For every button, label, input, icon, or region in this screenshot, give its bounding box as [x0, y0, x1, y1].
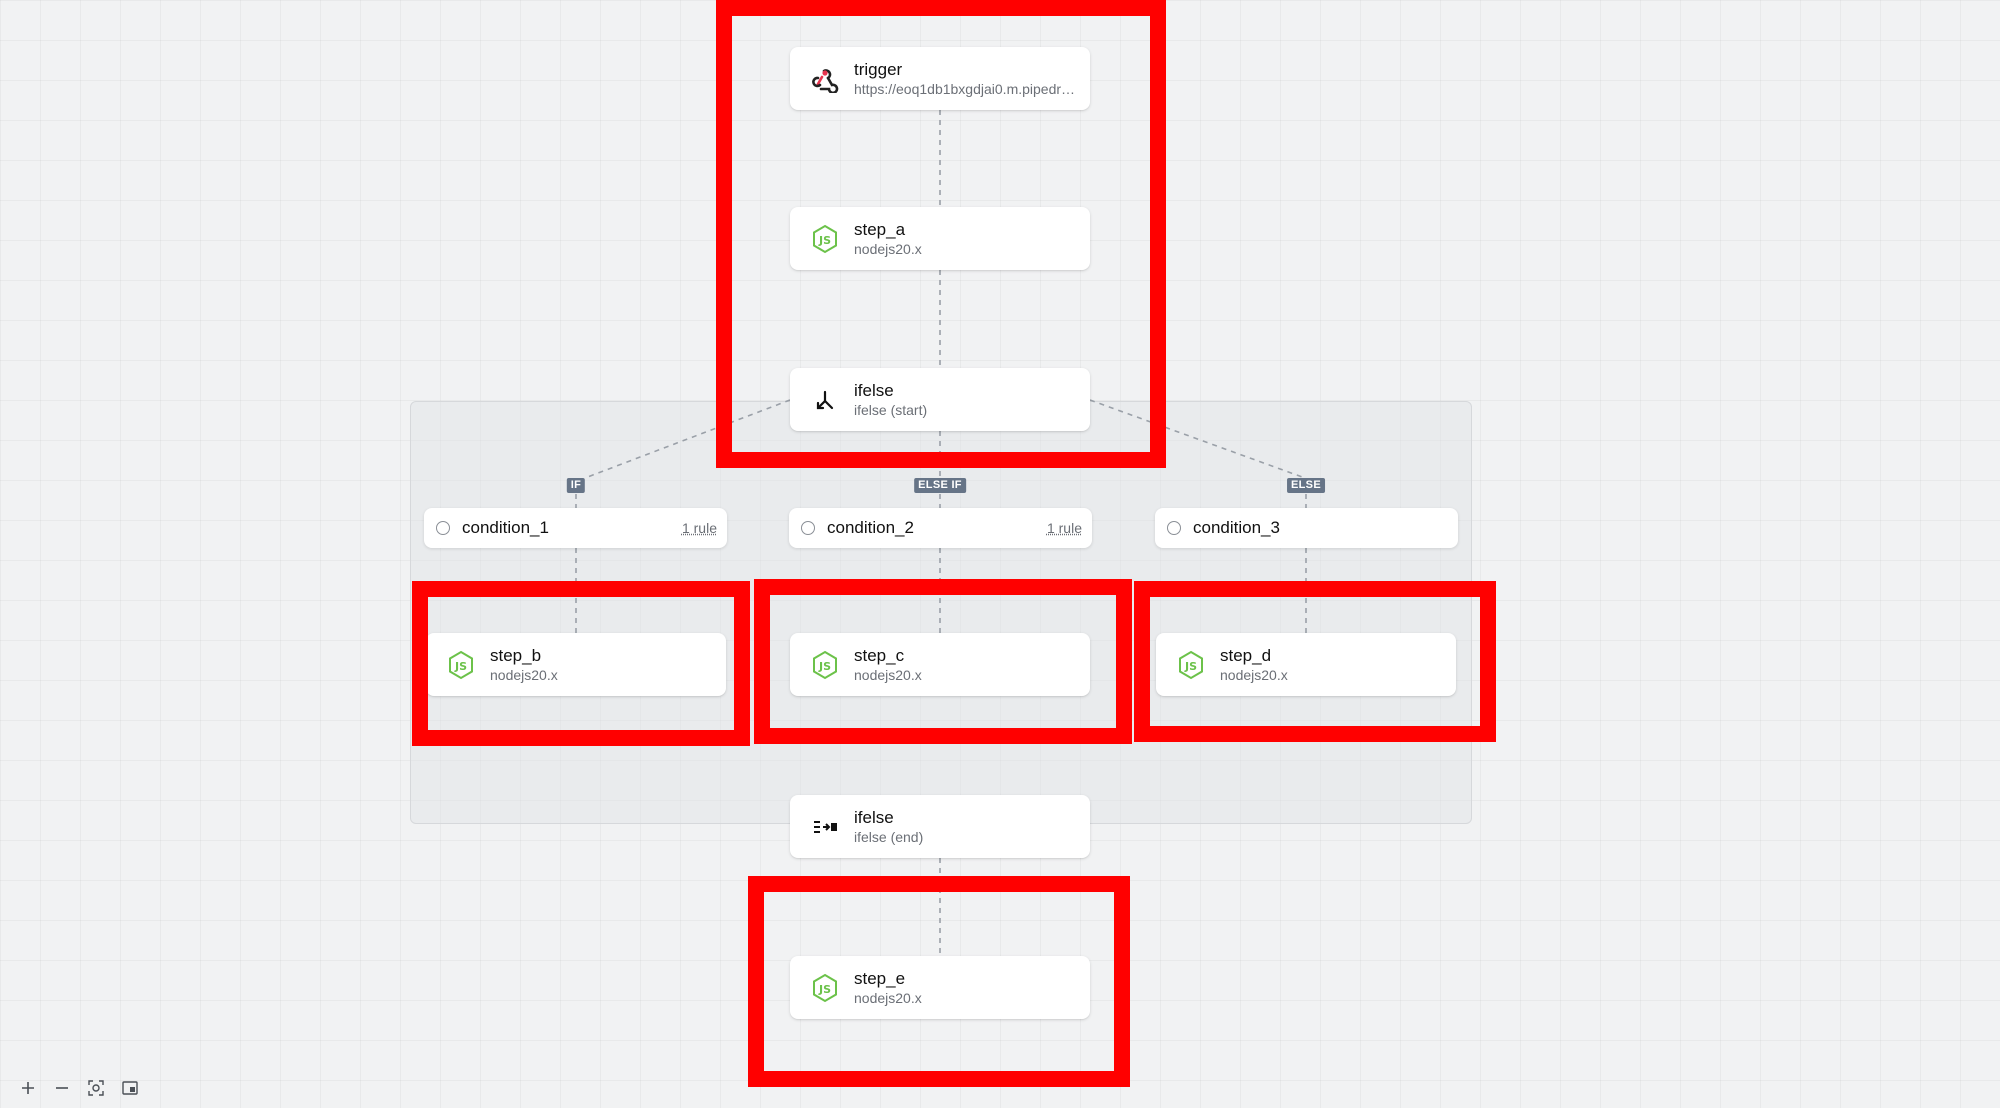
node-step-b[interactable]: JS step_b nodejs20.x: [426, 633, 726, 696]
node-step-c-subtitle: nodejs20.x: [854, 666, 922, 683]
condition-1-radio[interactable]: [436, 521, 450, 535]
node-step-e-subtitle: nodejs20.x: [854, 989, 922, 1006]
condition-2-rules[interactable]: 1 rule: [1047, 520, 1082, 536]
zoom-in-icon[interactable]: [18, 1078, 38, 1098]
ifelse-group: [410, 401, 1472, 824]
nodejs-icon: JS: [810, 224, 840, 254]
svg-text:JS: JS: [818, 983, 831, 996]
node-trigger[interactable]: trigger https://eoq1db1bxgdjai0.m.pipedr…: [790, 47, 1090, 110]
node-step-d[interactable]: JS step_d nodejs20.x: [1156, 633, 1456, 696]
node-step-e[interactable]: JS step_e nodejs20.x: [790, 956, 1090, 1019]
canvas-controls: [18, 1078, 140, 1098]
node-step-a-subtitle: nodejs20.x: [854, 240, 922, 257]
fit-view-icon[interactable]: [86, 1078, 106, 1098]
nodejs-icon: JS: [810, 650, 840, 680]
branch-icon: [810, 385, 840, 415]
condition-3-label: condition_3: [1193, 518, 1280, 537]
node-ifelse-start-title: ifelse: [854, 380, 894, 400]
node-trigger-subtitle: https://eoq1db1bxgdjai0.m.pipedream.net: [854, 80, 1079, 97]
condition-2-label: condition_2: [827, 518, 914, 537]
condition-1-label: condition_1: [462, 518, 549, 537]
svg-text:JS: JS: [1184, 660, 1197, 673]
svg-text:JS: JS: [454, 660, 467, 673]
node-step-b-title: step_b: [490, 645, 542, 665]
badge-else-if: ELSE IF: [914, 478, 966, 493]
node-ifelse-end[interactable]: ifelse ifelse (end): [790, 795, 1090, 858]
node-ifelse-end-subtitle: ifelse (end): [854, 828, 924, 845]
condition-1-rules[interactable]: 1 rule: [682, 520, 717, 536]
badge-if: IF: [566, 478, 586, 493]
node-step-a[interactable]: JS step_a nodejs20.x: [790, 207, 1090, 270]
nodejs-icon: JS: [446, 650, 476, 680]
node-ifelse-start[interactable]: ifelse ifelse (start): [790, 368, 1090, 431]
node-step-c[interactable]: JS step_c nodejs20.x: [790, 633, 1090, 696]
node-ifelse-end-title: ifelse: [854, 807, 894, 827]
nodejs-icon: JS: [810, 973, 840, 1003]
node-step-d-subtitle: nodejs20.x: [1220, 666, 1288, 683]
node-step-a-title: step_a: [854, 219, 906, 239]
node-trigger-title: trigger: [854, 59, 903, 79]
node-step-b-subtitle: nodejs20.x: [490, 666, 558, 683]
condition-2[interactable]: condition_2 1 rule: [789, 508, 1092, 548]
workflow-canvas[interactable]: trigger https://eoq1db1bxgdjai0.m.pipedr…: [0, 0, 2000, 1108]
condition-3-radio[interactable]: [1167, 521, 1181, 535]
svg-text:JS: JS: [818, 660, 831, 673]
merge-icon: [810, 812, 840, 842]
node-step-c-title: step_c: [854, 645, 905, 665]
webhook-icon: [810, 64, 840, 94]
nodejs-icon: JS: [1176, 650, 1206, 680]
node-step-d-title: step_d: [1220, 645, 1272, 665]
node-step-e-title: step_e: [854, 968, 906, 988]
minimap-icon[interactable]: [120, 1078, 140, 1098]
svg-text:JS: JS: [818, 234, 831, 247]
zoom-out-icon[interactable]: [52, 1078, 72, 1098]
condition-3[interactable]: condition_3: [1155, 508, 1458, 548]
node-ifelse-start-subtitle: ifelse (start): [854, 401, 928, 418]
condition-1[interactable]: condition_1 1 rule: [424, 508, 727, 548]
badge-else: ELSE: [1287, 478, 1325, 493]
condition-2-radio[interactable]: [801, 521, 815, 535]
